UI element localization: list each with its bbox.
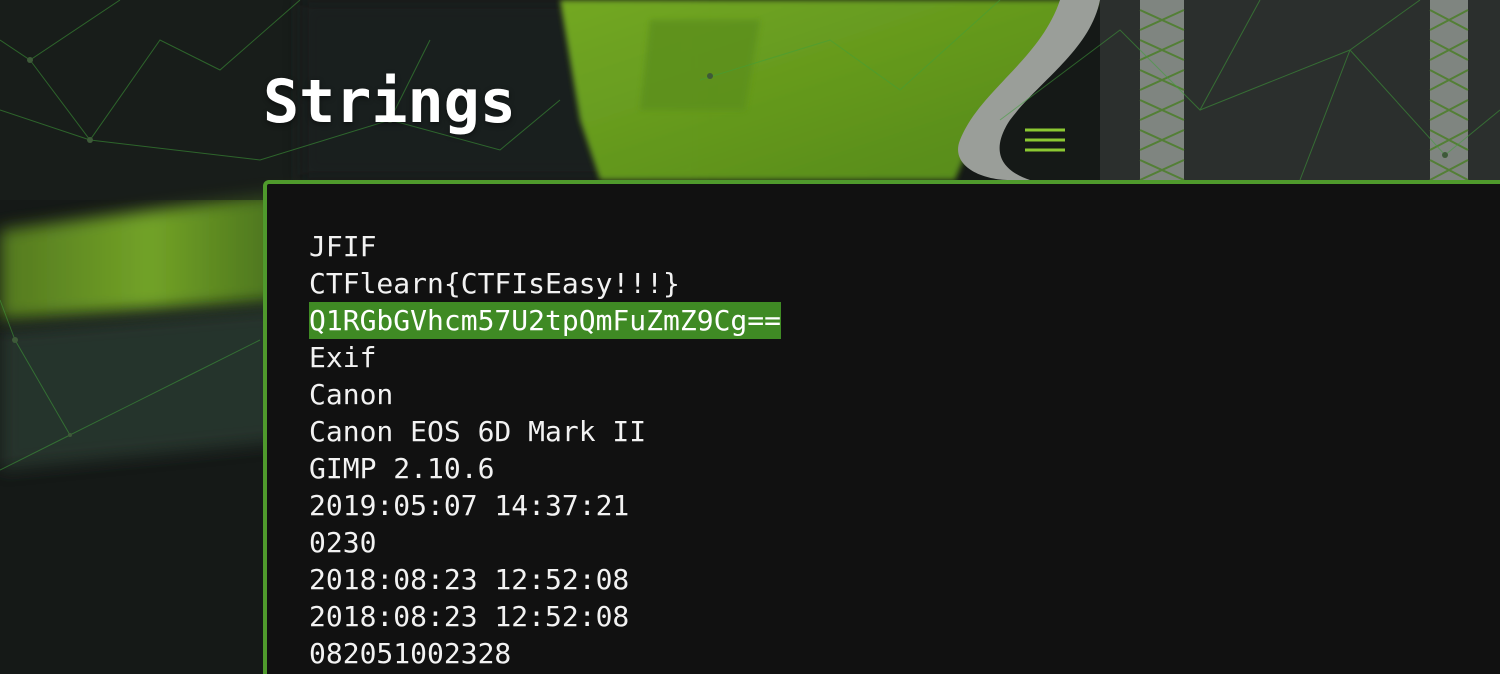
output-line-text: 0230 [309,526,377,559]
output-line-text: 2018:08:23 12:52:08 [309,600,630,633]
output-list: JFIF CTFlearn{CTFIsEasy!!!} Q1RGbGVhcm57… [309,228,782,672]
output-line-text: CTFlearn{CTFIsEasy!!!} [309,267,680,300]
output-line: 0230 [309,524,781,561]
output-line: Exif [309,339,781,376]
strings-output-panel: JFIF CTFlearn{CTFIsEasy!!!} Q1RGbGVhcm57… [263,180,1500,674]
output-line: 2018:08:23 12:52:08 [309,561,781,598]
output-line-text: Canon EOS 6D Mark II [309,415,647,448]
page-title: Strings [263,67,516,137]
highlighted-selection: Q1RGbGVhcm57U2tpQmFuZmZ9Cg== [309,302,782,339]
output-line: 2019:05:07 14:37:21 [309,487,781,524]
output-line: GIMP 2.10.6 [309,450,781,487]
strings-page: Strings JFIF CTFlearn{CTFIsEasy!!!} Q1RG… [0,0,1500,674]
output-line: CTFlearn{CTFIsEasy!!!} [309,265,781,302]
output-line-text: 082051002328 [309,637,512,670]
output-line-text: 2019:05:07 14:37:21 [309,489,630,522]
output-line-text: 2018:08:23 12:52:08 [309,563,630,596]
output-line: 2018:08:23 12:52:08 [309,598,781,635]
output-line-highlighted: Q1RGbGVhcm57U2tpQmFuZmZ9Cg== [309,302,782,339]
output-line-text: JFIF [309,230,377,263]
output-line: 082051002328 [309,635,781,672]
output-line-text: Canon [309,378,394,411]
output-line-text: Exif [309,341,377,374]
output-line: JFIF [309,228,781,265]
output-line: Canon EOS 6D Mark II [309,413,781,450]
output-line-text: GIMP 2.10.6 [309,452,495,485]
output-line: Canon [309,376,781,413]
